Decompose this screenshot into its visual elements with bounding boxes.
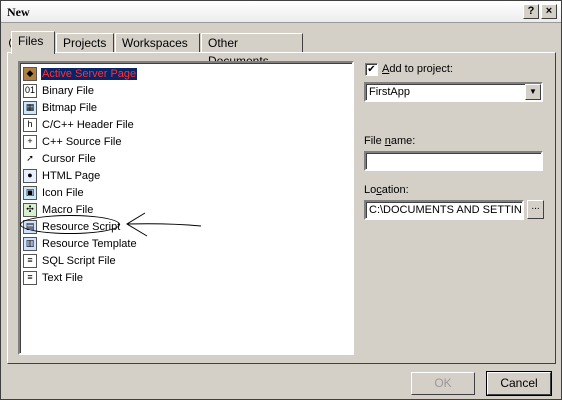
list-item-bitmap-file[interactable]: ▦ Bitmap File bbox=[23, 99, 343, 116]
new-dialog: New ? × Files Projects Workspaces Other … bbox=[0, 0, 562, 400]
list-item-text-file[interactable]: ≡ Text File bbox=[23, 269, 343, 286]
icon-file-icon: ▣ bbox=[23, 185, 37, 200]
add-to-project-label-rest: dd to project: bbox=[389, 63, 453, 75]
file-name-label: File name: bbox=[364, 135, 415, 147]
macro-file-icon: ✣ bbox=[23, 202, 37, 217]
list-item-label: Bitmap File bbox=[42, 101, 98, 114]
list-item-binary-file[interactable]: 01 Binary File bbox=[23, 82, 343, 99]
list-item-label: Macro File bbox=[42, 203, 94, 216]
ok-button[interactable]: OK bbox=[411, 372, 475, 395]
list-item-label: Resource Template bbox=[42, 237, 137, 250]
add-to-project-checkbox[interactable]: ✔ bbox=[365, 63, 378, 76]
help-button[interactable]: ? bbox=[523, 4, 539, 19]
list-item-sql-script[interactable]: ≡ SQL Script File bbox=[23, 252, 343, 269]
cancel-button[interactable]: Cancel bbox=[486, 371, 552, 396]
list-item-resource-template[interactable]: ▥ Resource Template bbox=[23, 235, 343, 252]
tab-workspaces[interactable]: Workspaces bbox=[115, 33, 200, 53]
list-item-header-file[interactable]: h C/C++ Header File bbox=[23, 116, 343, 133]
list-item-icon-file[interactable]: ▣ Icon File bbox=[23, 184, 343, 201]
tab-other-documents[interactable]: Other Documents bbox=[201, 33, 303, 68]
tab-projects[interactable]: Projects bbox=[56, 33, 114, 53]
list-item-cursor-file[interactable]: ➚ Cursor File bbox=[23, 150, 343, 167]
annotation-circle-resource-script bbox=[20, 215, 120, 234]
file-name-label-prefix: File bbox=[364, 135, 385, 147]
tab-files[interactable]: Files bbox=[11, 31, 55, 54]
cursor-file-icon: ➚ bbox=[23, 151, 37, 166]
header-file-icon: h bbox=[23, 117, 37, 132]
list-item-label: C/C++ Header File bbox=[42, 118, 134, 131]
location-input[interactable]: C:\DOCUMENTS AND SETTIN bbox=[364, 200, 524, 220]
file-name-input[interactable] bbox=[364, 151, 543, 171]
dialog-title: New bbox=[7, 5, 30, 19]
tab-projects-label: Projects bbox=[63, 36, 107, 50]
tab-workspaces-label: Workspaces bbox=[122, 36, 188, 50]
text-file-icon: ≡ bbox=[23, 270, 37, 285]
project-select[interactable]: FirstApp ▼ bbox=[364, 82, 543, 102]
list-item-active-server-page[interactable]: ◆ Active Server Page bbox=[23, 65, 343, 82]
browse-button[interactable]: ... bbox=[527, 200, 544, 219]
list-item-source-file[interactable]: + C++ Source File bbox=[23, 133, 343, 150]
source-file-icon: + bbox=[23, 134, 37, 149]
resource-template-icon: ▥ bbox=[23, 236, 37, 251]
list-item-label: Active Server Page bbox=[41, 67, 138, 80]
list-item-label: Cursor File bbox=[42, 152, 96, 165]
sql-script-icon: ≡ bbox=[23, 253, 37, 268]
file-name-label-rest: ame: bbox=[390, 135, 416, 147]
list-item-html-page[interactable]: ● HTML Page bbox=[23, 167, 343, 184]
list-item-label: C++ Source File bbox=[42, 135, 122, 148]
list-item-label: HTML Page bbox=[42, 169, 101, 182]
list-item-label: SQL Script File bbox=[42, 254, 116, 267]
asp-icon: ◆ bbox=[23, 66, 37, 81]
html-page-icon: ● bbox=[23, 168, 37, 183]
location-label: Location: bbox=[364, 184, 409, 196]
chevron-down-icon[interactable]: ▼ bbox=[525, 84, 541, 100]
project-select-value: FirstApp bbox=[369, 86, 410, 98]
location-label-rest: ation: bbox=[381, 184, 409, 196]
close-button[interactable]: × bbox=[541, 4, 557, 19]
tab-files-label: Files bbox=[18, 34, 44, 48]
location-label-prefix: Lo bbox=[364, 184, 377, 196]
bitmap-file-icon: ▦ bbox=[23, 100, 37, 115]
list-item-label: Binary File bbox=[42, 84, 94, 97]
list-item-label: Text File bbox=[42, 271, 83, 284]
annotation-arrow-icon bbox=[126, 212, 202, 237]
tab-strip: Files Projects Workspaces Other Document… bbox=[7, 31, 307, 68]
title-bar[interactable]: New ? × bbox=[1, 1, 561, 23]
list-item-label: Icon File bbox=[42, 186, 84, 199]
binary-file-icon: 01 bbox=[23, 83, 37, 98]
add-to-project-label: Add to project: bbox=[382, 63, 453, 75]
